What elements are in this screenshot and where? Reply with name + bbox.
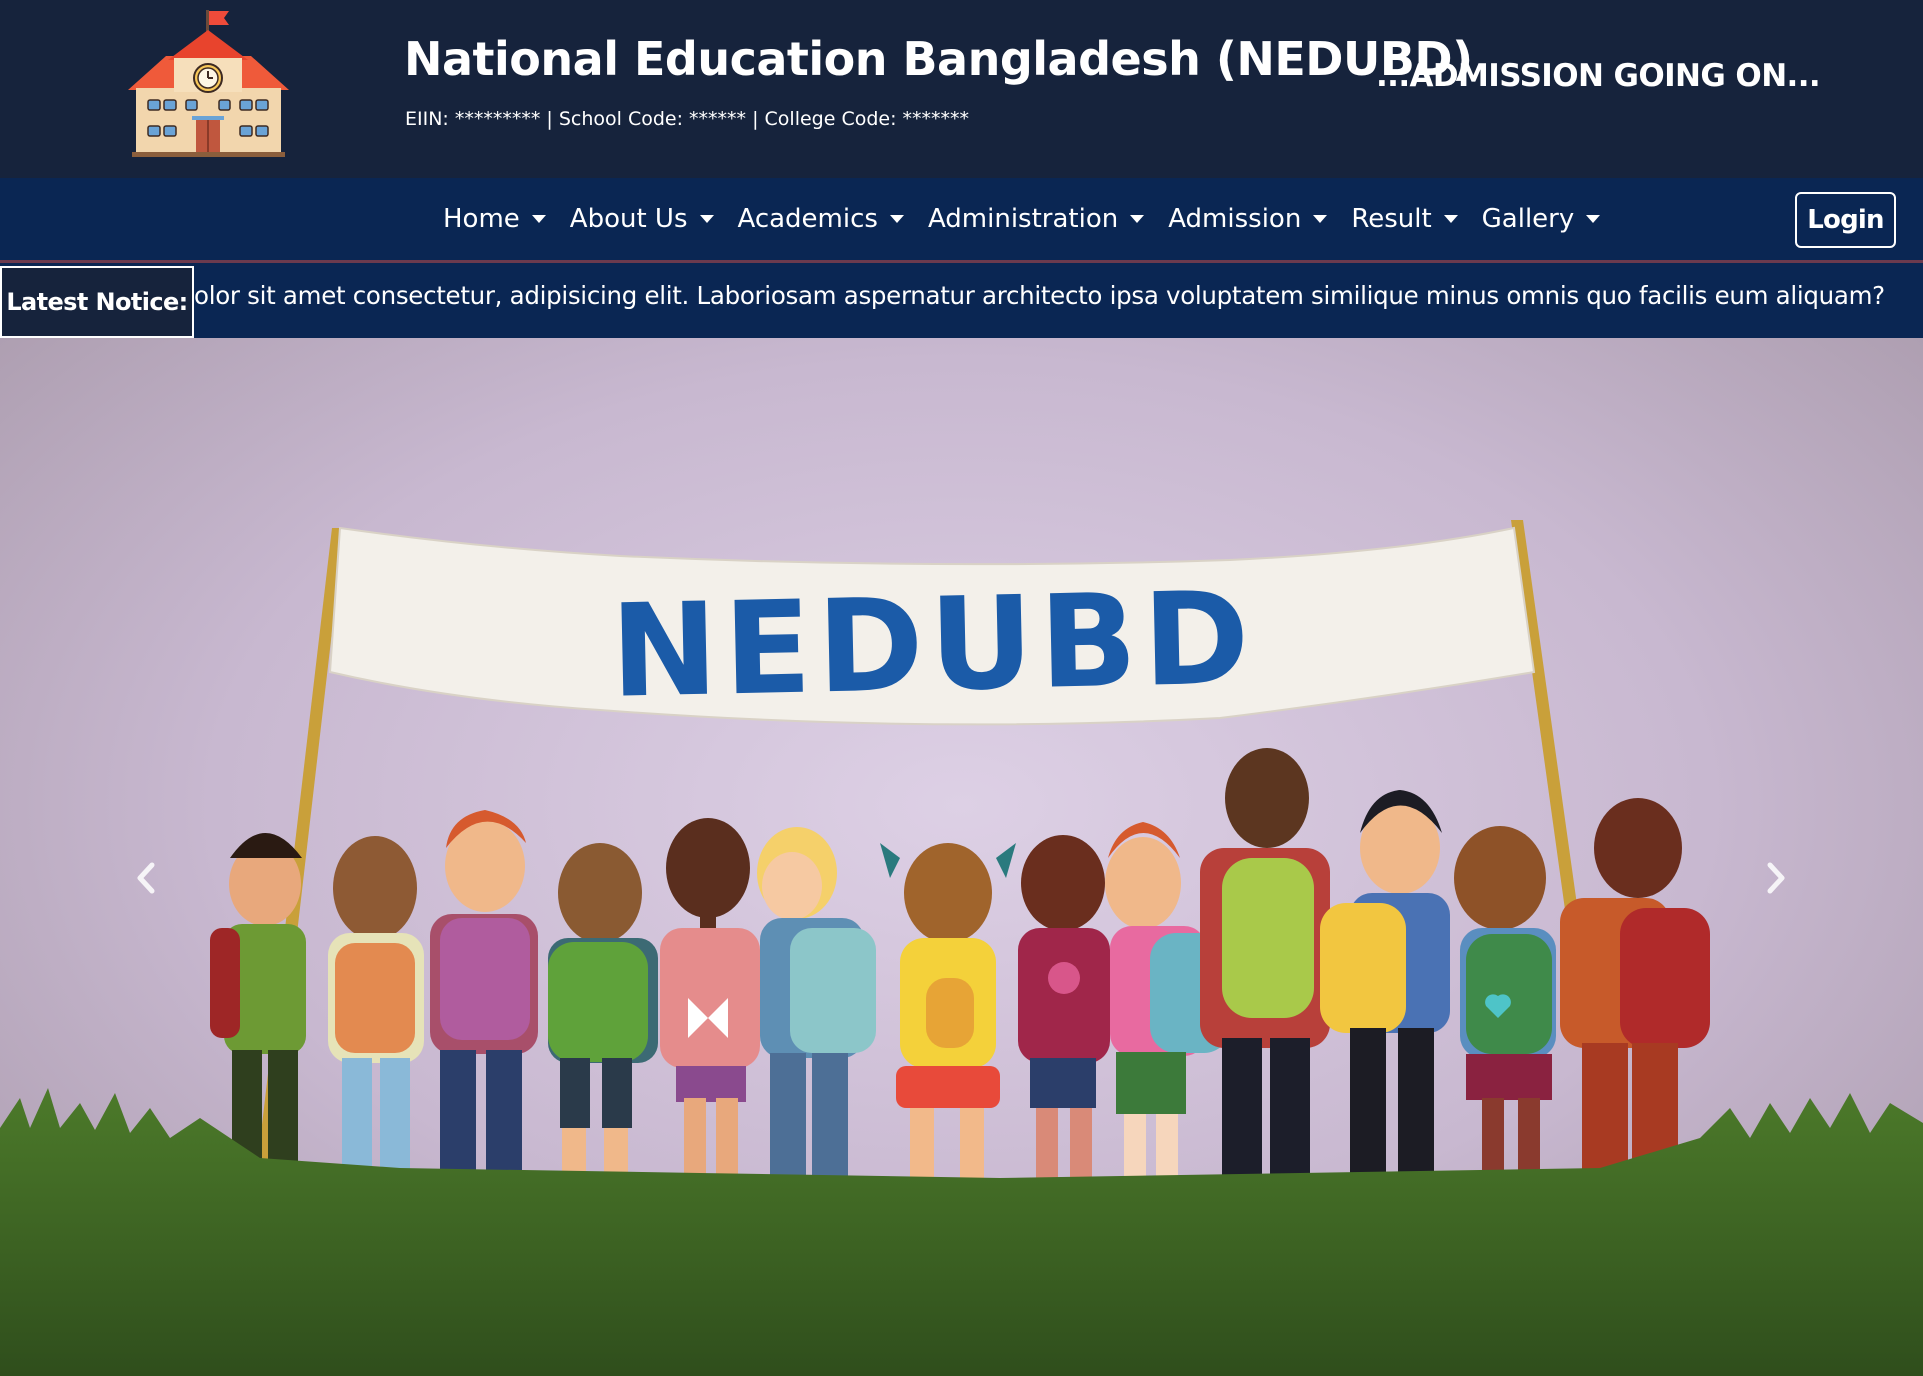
nav-item-label: Admission: [1168, 204, 1302, 234]
school-logo[interactable]: [126, 8, 291, 158]
hero-illustration: NEDUBD: [0, 520, 1923, 1376]
nav-item-administration[interactable]: Administration: [916, 204, 1156, 234]
site-title: National Education Bangladesh (NEDUBD): [404, 32, 1473, 86]
nav-item-home[interactable]: Home: [431, 204, 558, 234]
chevron-left-icon: [137, 862, 155, 894]
children-group: [210, 748, 1710, 1209]
main-nav: Home About Us Academics Administration A…: [0, 178, 1923, 263]
nav-item-label: Home: [443, 204, 520, 234]
nav-item-result[interactable]: Result: [1339, 204, 1469, 234]
chevron-right-icon: [1767, 862, 1785, 894]
notice-label: Latest Notice:: [0, 266, 194, 338]
notice-text[interactable]: olor sit amet consectetur, adipisicing e…: [194, 281, 1885, 310]
nav-item-label: About Us: [569, 204, 688, 234]
nav-menu: Home About Us Academics Administration A…: [431, 178, 1612, 260]
nav-item-label: Academics: [737, 204, 878, 234]
nav-item-label: Result: [1351, 204, 1432, 234]
caret-down-icon: [1130, 215, 1145, 223]
nav-item-academics[interactable]: Academics: [726, 204, 916, 234]
caret-down-icon: [1313, 215, 1328, 223]
notice-bar: Latest Notice: olor sit amet consectetur…: [0, 263, 1923, 338]
carousel-prev-button[interactable]: [126, 858, 166, 898]
caret-down-icon: [1586, 215, 1601, 223]
caret-down-icon: [699, 215, 714, 223]
admission-announcement[interactable]: ...ADMISSION GOING ON...: [1376, 58, 1821, 94]
site-header: National Education Bangladesh (NEDUBD) E…: [0, 0, 1923, 178]
nav-item-admission[interactable]: Admission: [1156, 204, 1339, 234]
caret-down-icon: [889, 215, 904, 223]
nav-item-gallery[interactable]: Gallery: [1470, 204, 1613, 234]
login-button[interactable]: Login: [1795, 192, 1896, 248]
hero-carousel: NEDUBD: [0, 338, 1923, 1376]
institution-codes: EIIN: ********* | School Code: ****** | …: [405, 108, 970, 130]
nav-item-label: Administration: [927, 204, 1119, 234]
nav-item-label: Gallery: [1481, 204, 1575, 234]
caret-down-icon: [531, 215, 546, 223]
caret-down-icon: [1443, 215, 1458, 223]
banner-text: NEDUBD: [609, 564, 1257, 726]
nav-item-about-us[interactable]: About Us: [558, 204, 726, 234]
carousel-next-button[interactable]: [1756, 858, 1796, 898]
notice-marquee[interactable]: olor sit amet consectetur, adipisicing e…: [194, 263, 1923, 338]
